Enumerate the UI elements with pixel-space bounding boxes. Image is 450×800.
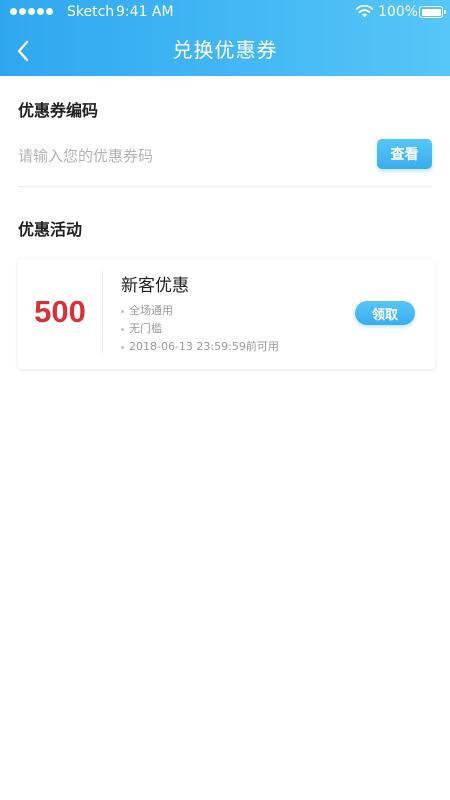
signal-strength-icon: [10, 8, 53, 15]
battery-icon: [419, 6, 446, 18]
battery-percentage: 100%: [378, 4, 419, 20]
coupon-card: 500 新客优惠 全场通用 无门槛 2018-06-13 23:59:59前可用…: [18, 259, 435, 369]
header: Sketch 9:41 AM 100% 兑换优惠券: [0, 0, 450, 76]
coupon-code-section-title: 优惠券编码: [18, 101, 99, 120]
coupon-details-list: 全场通用 无门槛 2018-06-13 23:59:59前可用: [121, 302, 279, 356]
coupon-detail-expiry: 2018-06-13 23:59:59前可用: [121, 338, 279, 356]
coupon-card-divider: [102, 271, 103, 353]
coupon-amount: 500: [34, 294, 86, 329]
status-time: 9:41 AM: [116, 4, 174, 20]
page-title: 兑换优惠券: [172, 38, 278, 62]
section-divider: [18, 186, 432, 187]
coupon-detail-scope: 全场通用: [121, 302, 279, 320]
coupon-name: 新客优惠: [121, 276, 189, 296]
coupon-code-input[interactable]: [18, 142, 358, 170]
check-coupon-button[interactable]: 查看: [377, 139, 432, 169]
wifi-icon: [355, 4, 374, 18]
carrier-name: Sketch: [67, 4, 115, 20]
status-bar: Sketch 9:41 AM 100%: [0, 0, 450, 24]
claim-coupon-button[interactable]: 领取: [355, 301, 415, 325]
coupon-detail-threshold: 无门槛: [121, 320, 279, 338]
nav-bar: 兑换优惠券: [0, 24, 450, 76]
promotion-section-title: 优惠活动: [18, 220, 83, 239]
